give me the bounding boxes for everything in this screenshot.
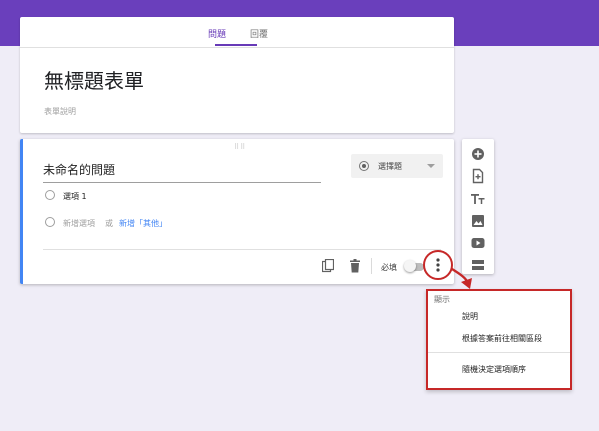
tab-responses[interactable]: 回覆 — [250, 27, 268, 40]
divider — [43, 249, 441, 250]
question-card[interactable]: ⠿⠿ 未命名的問題 選擇題 選項 1 新增選項 或 新增「其他」 必填 — [20, 139, 454, 284]
radio-button-icon — [359, 161, 369, 171]
option-label[interactable]: 選項 1 — [63, 191, 87, 202]
tab-questions[interactable]: 問題 — [208, 27, 226, 40]
or-text: 或 — [105, 219, 113, 228]
divider — [20, 47, 454, 48]
duplicate-icon[interactable] — [322, 259, 334, 273]
menu-item-description[interactable]: 說明 — [462, 311, 478, 322]
add-option-link[interactable]: 新增選項 — [63, 218, 95, 229]
form-description-field[interactable]: 表單說明 — [44, 106, 76, 117]
radio-circle-icon — [45, 190, 55, 200]
menu-item-shuffle-options[interactable]: 隨機決定選項順序 — [462, 364, 526, 375]
dropdown-arrow-icon — [427, 164, 435, 168]
menu-divider — [428, 352, 570, 353]
highlight-circle — [423, 250, 453, 280]
active-tab-indicator — [215, 44, 257, 46]
add-title-icon[interactable] — [470, 191, 486, 207]
form-title[interactable]: 無標題表單 — [44, 65, 144, 94]
import-questions-icon[interactable] — [470, 168, 486, 184]
more-options-menu: 顯示 說明 根據答案前往相關區段 隨機決定選項順序 — [426, 289, 572, 390]
question-type-dropdown[interactable]: 選擇題 — [351, 154, 443, 178]
delete-icon[interactable] — [349, 259, 361, 273]
tab-bar: 問題 回覆 — [20, 17, 454, 47]
menu-item-go-to-section[interactable]: 根據答案前往相關區段 — [462, 333, 542, 344]
side-toolbar — [462, 139, 494, 274]
radio-circle-icon — [45, 217, 55, 227]
required-label: 必填 — [381, 263, 397, 272]
add-video-icon[interactable] — [470, 235, 486, 251]
form-header-card: 問題 回覆 無標題表單 表單說明 — [20, 17, 454, 133]
required-toggle-knob[interactable] — [404, 260, 416, 272]
divider — [371, 258, 372, 274]
menu-header: 顯示 — [434, 295, 450, 304]
question-type-label: 選擇題 — [378, 162, 402, 171]
add-question-icon[interactable] — [470, 146, 486, 162]
add-section-icon[interactable] — [470, 257, 486, 273]
question-title-field[interactable]: 未命名的問題 — [43, 161, 321, 183]
add-image-icon[interactable] — [470, 213, 486, 229]
drag-handle-icon[interactable]: ⠿⠿ — [234, 143, 246, 151]
add-other-link[interactable]: 新增「其他」 — [119, 218, 167, 229]
